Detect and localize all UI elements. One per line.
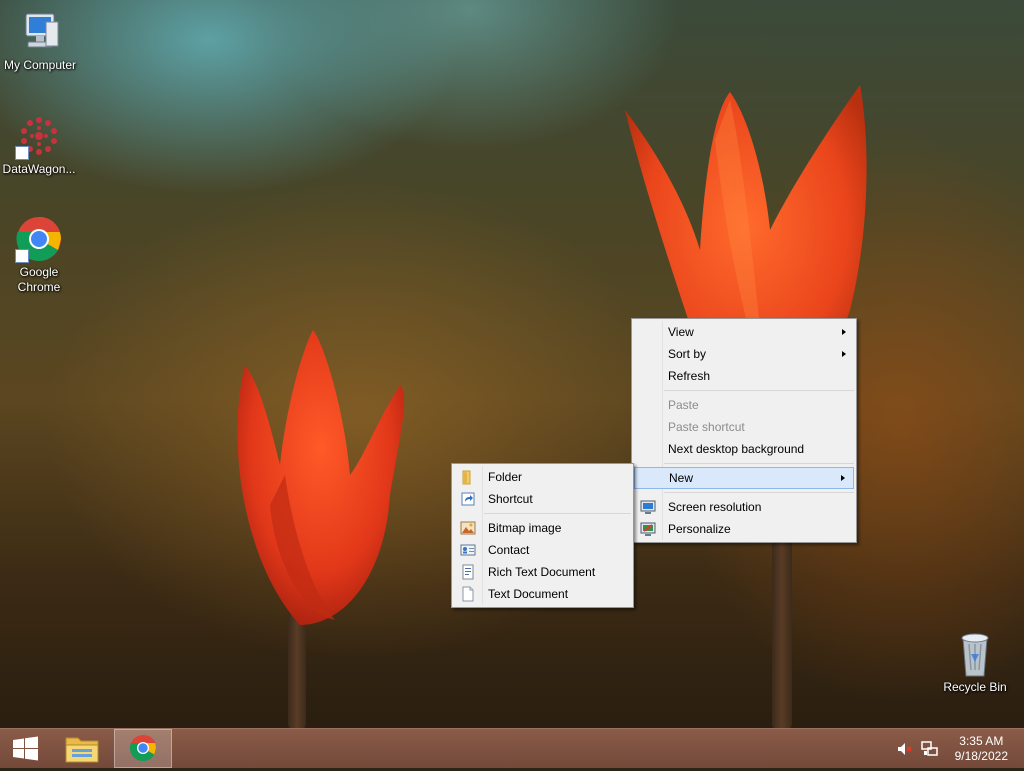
taskbar: 3:35 AM 9/18/2022: [0, 728, 1024, 768]
windows-logo-icon: [13, 736, 38, 761]
system-clock[interactable]: 3:35 AM 9/18/2022: [955, 734, 1008, 764]
submenu-arrow-icon: [842, 329, 846, 335]
bitmap-image-icon: [460, 521, 476, 535]
menu-item-folder[interactable]: Folder: [454, 466, 631, 488]
menu-item-view[interactable]: View: [634, 321, 854, 343]
folder-icon: [462, 470, 471, 485]
menu-item-label: Sort by: [668, 347, 707, 361]
network-icon[interactable]: [921, 741, 939, 757]
taskbar-file-explorer[interactable]: [56, 729, 110, 768]
chrome-icon: [129, 734, 156, 762]
menu-item-label: Text Document: [488, 587, 569, 601]
shortcut-icon: [461, 492, 475, 506]
menu-separator: [664, 492, 854, 493]
menu-item-refresh[interactable]: Refresh: [634, 365, 854, 387]
contact-icon: [460, 544, 476, 556]
taskbar-google-chrome[interactable]: [114, 729, 172, 768]
volume-muted-icon[interactable]: [896, 741, 914, 757]
file-explorer-icon: [65, 737, 99, 763]
menu-item-label: Bitmap image: [488, 521, 562, 535]
desktop-icon-label: Google: [19, 265, 59, 279]
clock-date: 9/18/2022: [954, 749, 1008, 763]
desktop-icon-label: Recycle Bin: [943, 680, 1007, 694]
menu-item-label: Personalize: [668, 522, 731, 536]
menu-item-screen-resolution[interactable]: Screen resolution: [634, 496, 854, 518]
desktop-context-menu: View Sort by Refresh Paste Paste shortcu…: [631, 318, 857, 543]
menu-item-label: View: [668, 325, 694, 339]
menu-item-label: Paste: [668, 398, 699, 412]
menu-item-label: Shortcut: [488, 492, 533, 506]
menu-item-shortcut[interactable]: Shortcut: [454, 488, 631, 510]
text-document-icon: [462, 586, 474, 602]
menu-separator: [664, 390, 854, 391]
submenu-arrow-icon: [841, 475, 845, 481]
desktop[interactable]: My Computer DataWagon... Google Chrome R…: [0, 0, 1024, 728]
menu-separator: [484, 513, 631, 514]
menu-separator: [664, 463, 854, 464]
menu-item-label: Rich Text Document: [488, 565, 596, 579]
clock-time: 3:35 AM: [959, 734, 1004, 748]
menu-item-label: Paste shortcut: [668, 420, 745, 434]
menu-item-label: Screen resolution: [668, 500, 762, 514]
menu-item-text-document[interactable]: Text Document: [454, 583, 631, 605]
desktop-icon-label: My Computer: [3, 58, 77, 72]
menu-item-contact[interactable]: Contact: [454, 539, 631, 561]
desktop-icon-label: DataWagon...: [2, 162, 76, 176]
desktop-icon-my-computer[interactable]: My Computer: [0, 8, 80, 73]
personalize-icon: [640, 522, 656, 536]
desktop-icon-label: Chrome: [17, 280, 61, 294]
menu-item-paste[interactable]: Paste: [634, 394, 854, 416]
menu-item-sort-by[interactable]: Sort by: [634, 343, 854, 365]
start-button[interactable]: [0, 729, 54, 768]
computer-icon: [16, 8, 64, 56]
screen-resolution-icon: [640, 500, 656, 514]
desktop-icon-google-chrome[interactable]: Google Chrome: [0, 215, 79, 295]
rich-text-document-icon: [462, 564, 474, 580]
menu-item-label: New: [669, 471, 694, 485]
menu-item-label: Contact: [488, 543, 530, 557]
datawagon-icon: [15, 112, 63, 160]
menu-item-label: Refresh: [668, 369, 711, 383]
menu-item-paste-shortcut[interactable]: Paste shortcut: [634, 416, 854, 438]
desktop-icon-datawagon[interactable]: DataWagon...: [0, 112, 79, 177]
menu-item-next-desktop-background[interactable]: Next desktop background: [634, 438, 854, 460]
menu-item-rich-text-document[interactable]: Rich Text Document: [454, 561, 631, 583]
chrome-icon: [15, 215, 63, 263]
shortcut-arrow-icon: [15, 249, 29, 263]
menu-item-bitmap-image[interactable]: Bitmap image: [454, 517, 631, 539]
shortcut-arrow-icon: [15, 146, 29, 160]
recycle-bin-icon: [951, 630, 999, 678]
new-submenu: Folder Shortcut Bitmap image Contact Ric…: [451, 463, 634, 608]
menu-item-label: Folder: [488, 470, 523, 484]
submenu-arrow-icon: [842, 351, 846, 357]
menu-item-label: Next desktop background: [668, 442, 805, 456]
desktop-icon-recycle-bin[interactable]: Recycle Bin: [935, 630, 1015, 695]
menu-item-personalize[interactable]: Personalize: [634, 518, 854, 540]
menu-item-new[interactable]: New: [634, 467, 854, 489]
